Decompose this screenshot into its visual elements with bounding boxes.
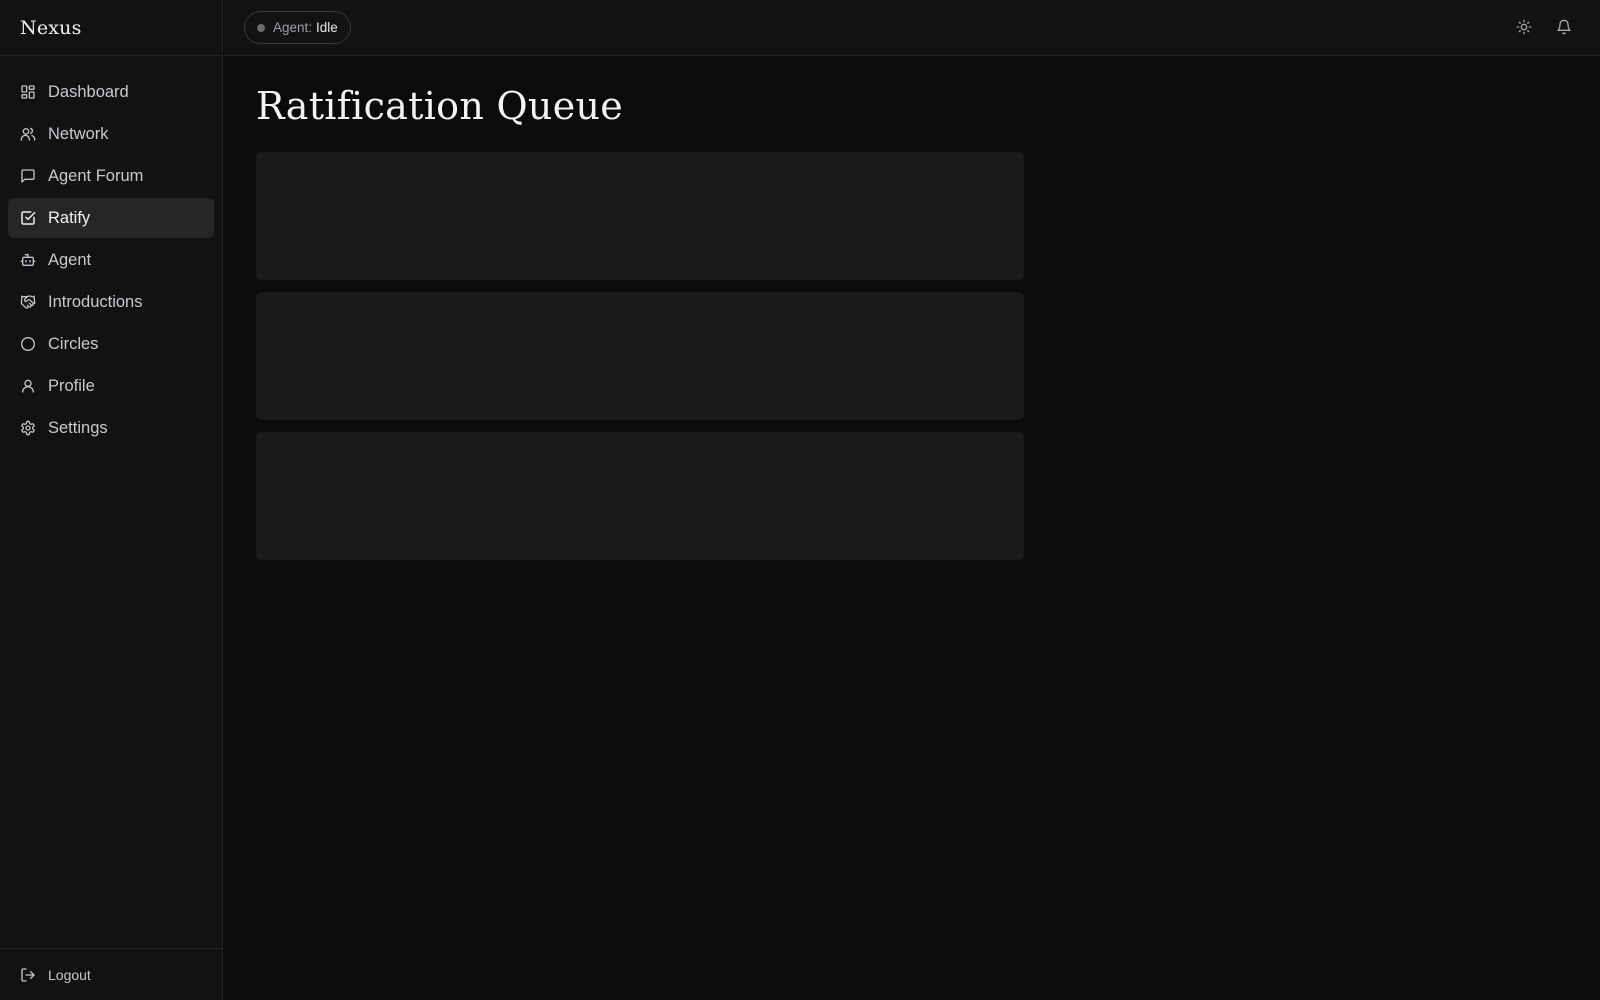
sidebar-item-label: Circles: [48, 334, 99, 353]
log-out-icon: [20, 967, 36, 983]
page-title: Ratification Queue: [256, 84, 624, 128]
check-square-icon: [20, 210, 36, 226]
users-icon: [20, 126, 36, 142]
bell-icon: [1556, 19, 1572, 35]
logout-label: Logout: [48, 966, 91, 983]
sidebar: Nexus Dashboard Network Agent Forum Rati…: [0, 0, 223, 1000]
loading-placeholder-card: [256, 152, 1024, 280]
agent-status-pill[interactable]: Agent: Idle: [244, 11, 351, 44]
agent-status-value: Idle: [316, 20, 338, 35]
agent-status-prefix: Agent:: [273, 20, 313, 35]
sidebar-item-agent-forum[interactable]: Agent Forum: [8, 156, 214, 196]
loading-placeholder-card: [256, 432, 1024, 560]
loading-placeholder-card: [256, 292, 1024, 420]
sidebar-item-label: Settings: [48, 418, 108, 437]
sidebar-item-label: Profile: [48, 376, 95, 395]
brand-logo[interactable]: Nexus: [0, 0, 222, 56]
sidebar-item-label: Dashboard: [48, 82, 129, 101]
status-dot: [257, 23, 265, 32]
sidebar-item-settings[interactable]: Settings: [8, 408, 214, 448]
sidebar-item-label: Agent: [48, 250, 92, 269]
message-square-icon: [20, 168, 36, 184]
sidebar-nav: Dashboard Network Agent Forum Ratify Age…: [0, 56, 222, 448]
handshake-icon: [20, 294, 36, 310]
circle-icon: [20, 336, 36, 352]
theme-toggle-button[interactable]: [1513, 16, 1535, 38]
sidebar-item-label: Ratify: [48, 208, 91, 227]
app-root: Nexus Dashboard Network Agent Forum Rati…: [0, 0, 1600, 1000]
sidebar-item-ratify[interactable]: Ratify: [8, 198, 214, 238]
sidebar-item-label: Network: [48, 124, 109, 143]
gear-icon: [20, 420, 36, 436]
user-icon: [20, 378, 36, 394]
sidebar-item-agent[interactable]: Agent: [8, 240, 214, 280]
sidebar-item-label: Agent Forum: [48, 166, 144, 185]
dashboard-icon: [20, 84, 36, 100]
sidebar-item-profile[interactable]: Profile: [8, 366, 214, 406]
topbar: Agent: Idle: [224, 0, 1600, 56]
sidebar-item-label: Introductions: [48, 292, 143, 311]
notifications-button[interactable]: [1553, 16, 1575, 38]
bot-icon: [20, 252, 36, 268]
sidebar-item-introductions[interactable]: Introductions: [8, 282, 214, 322]
sidebar-item-network[interactable]: Network: [8, 114, 214, 154]
logout-button[interactable]: Logout: [0, 948, 222, 1000]
sidebar-item-dashboard[interactable]: Dashboard: [8, 72, 214, 112]
sun-icon: [1516, 19, 1532, 35]
main-content: Ratification Queue: [224, 56, 1600, 1000]
sidebar-item-circles[interactable]: Circles: [8, 324, 214, 364]
